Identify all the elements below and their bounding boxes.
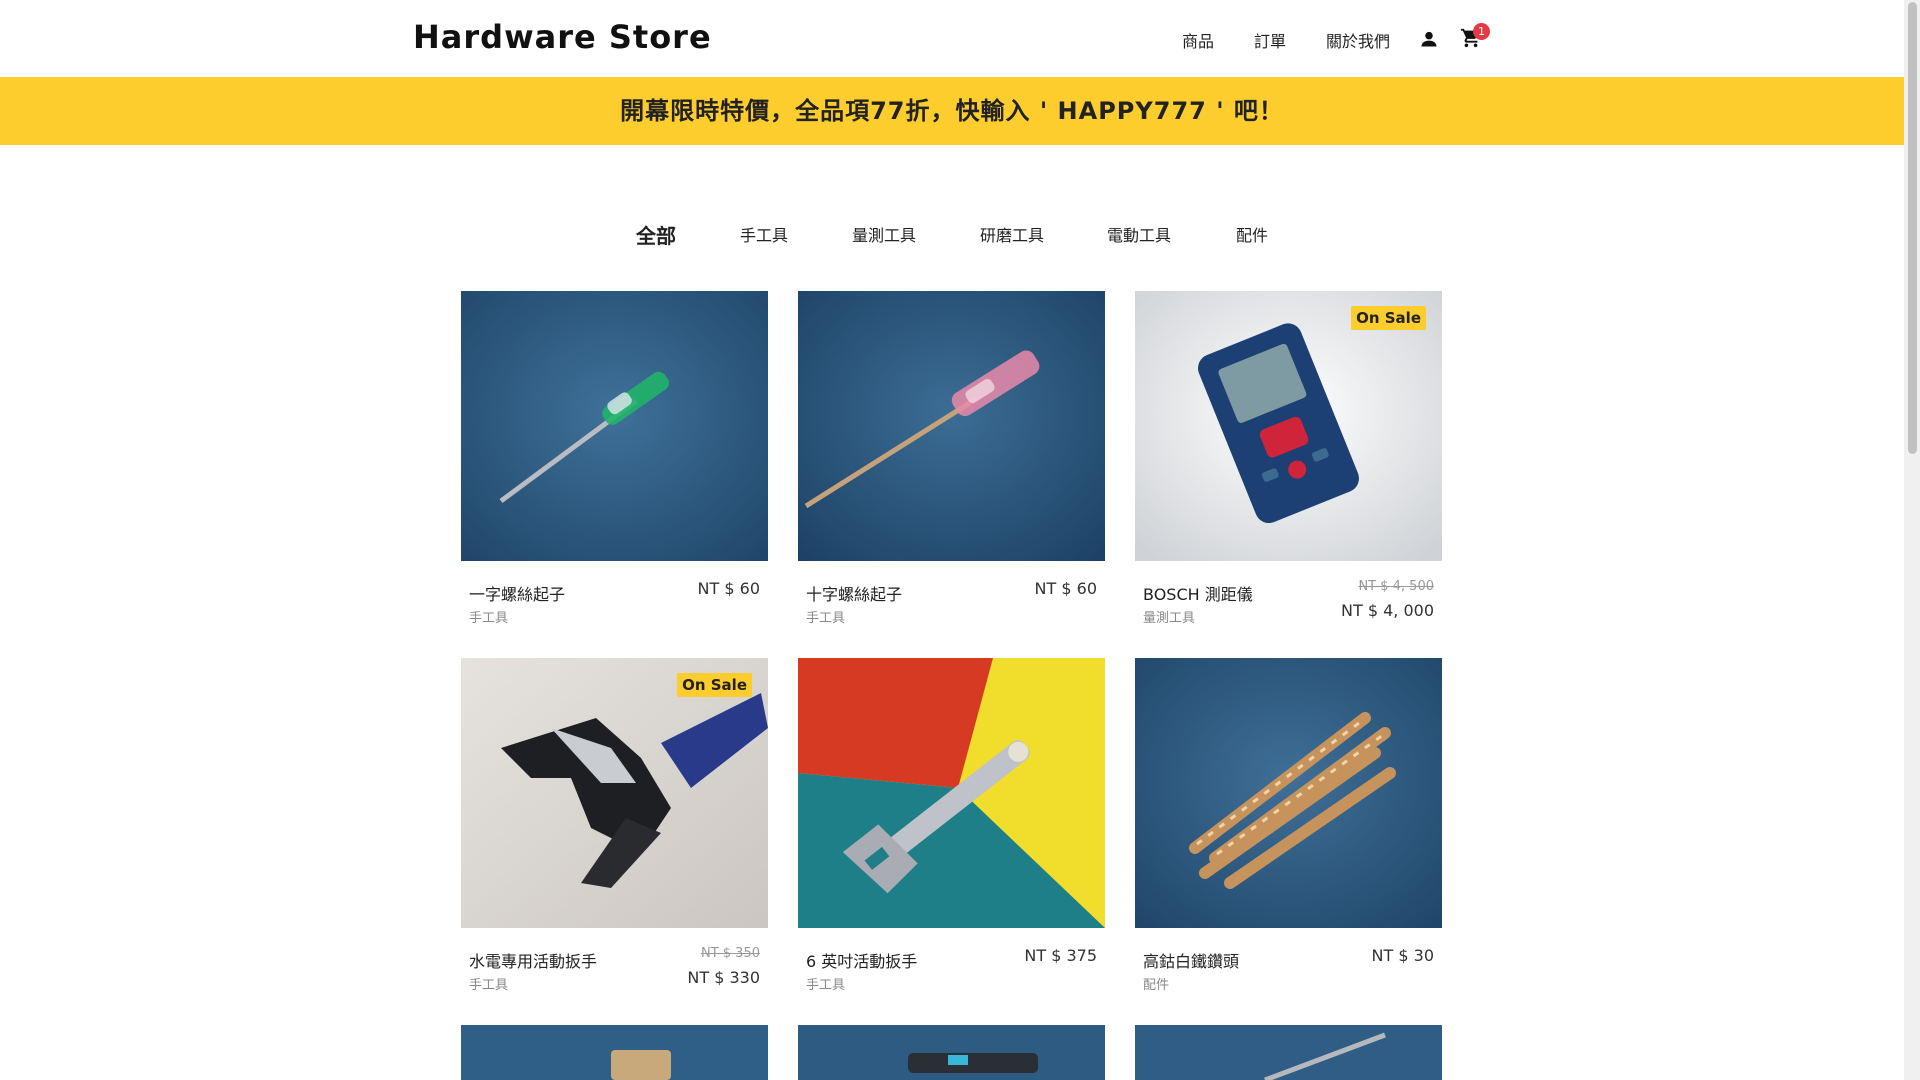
product-card[interactable]: 一字螺絲起子 手工具 NT $ 60 [461, 291, 768, 631]
product-card[interactable] [461, 1025, 768, 1080]
product-card[interactable]: On Sale BOSCH 測距儀 量測工具 NT $ 4, 500 NT $ … [1135, 291, 1442, 631]
product-original-price: NT $ 4, 500 [1358, 579, 1434, 594]
scrollbar-thumb[interactable] [1908, 2, 1917, 454]
product-image: On Sale [1135, 291, 1442, 561]
category-tab-grinding-tools[interactable]: 研磨工具 [980, 222, 1044, 246]
product-name[interactable]: 一字螺絲起子 [469, 581, 565, 605]
product-price: NT $ 30 [1371, 946, 1434, 965]
category-tab-hand-tools[interactable]: 手工具 [740, 222, 788, 246]
promo-banner: 開幕限時特價，全品項77折，快輸入 ' HAPPY777 ' 吧！ [0, 77, 1904, 145]
nav-orders[interactable]: 訂單 [1254, 28, 1286, 52]
category-tab-power-tools[interactable]: 電動工具 [1107, 222, 1171, 246]
category-tab-all[interactable]: 全部 [636, 220, 676, 249]
site-header: Hardware Store 商品 訂單 關於我們 1 [0, 0, 1904, 77]
product-image [798, 658, 1105, 928]
product-name[interactable]: 十字螺絲起子 [806, 581, 902, 605]
product-sale-price: NT $ 330 [687, 968, 760, 987]
cart-count-badge: 1 [1473, 23, 1490, 40]
product-name[interactable]: 水電專用活動扳手 [469, 948, 597, 972]
product-name[interactable]: BOSCH 測距儀 [1143, 581, 1253, 605]
product-name[interactable]: 6 英吋活動扳手 [806, 948, 917, 972]
product-image [1135, 658, 1442, 928]
product-sale-price: NT $ 4, 000 [1341, 601, 1434, 620]
nav-products[interactable]: 商品 [1182, 28, 1214, 52]
product-name[interactable]: 高鈷白鐵鑽頭 [1143, 948, 1239, 972]
product-image [798, 291, 1105, 561]
page-scrollbar[interactable] [1904, 0, 1920, 1080]
product-price: NT $ 60 [1034, 579, 1097, 598]
product-category: 配件 [1143, 978, 1170, 993]
product-card[interactable] [1135, 1025, 1442, 1080]
site-logo[interactable]: Hardware Store [413, 18, 712, 56]
product-image [798, 1025, 1105, 1080]
product-card[interactable]: 十字螺絲起子 手工具 NT $ 60 [798, 291, 1105, 631]
on-sale-badge: On Sale [677, 673, 752, 697]
category-tab-measuring-tools[interactable]: 量測工具 [852, 222, 916, 246]
product-price: NT $ 60 [697, 579, 760, 598]
product-price: NT $ 375 [1024, 946, 1097, 965]
product-category: 手工具 [469, 611, 509, 626]
nav-about[interactable]: 關於我們 [1326, 28, 1390, 52]
product-image: On Sale [461, 658, 768, 928]
product-card[interactable] [798, 1025, 1105, 1080]
product-category: 手工具 [806, 611, 846, 626]
category-tab-accessories[interactable]: 配件 [1236, 222, 1268, 246]
product-image [461, 291, 768, 561]
product-card[interactable]: 高鈷白鐵鑽頭 配件 NT $ 30 [1135, 658, 1442, 998]
product-image [1135, 1025, 1442, 1080]
product-category: 量測工具 [1143, 611, 1196, 626]
product-original-price: NT $ 350 [700, 946, 760, 961]
product-category: 手工具 [469, 978, 509, 993]
product-card[interactable]: On Sale 水電專用活動扳手 手工具 NT $ 350 NT $ 330 [461, 658, 768, 998]
product-card[interactable]: 6 英吋活動扳手 手工具 NT $ 375 [798, 658, 1105, 998]
on-sale-badge: On Sale [1351, 306, 1426, 330]
product-category: 手工具 [806, 978, 846, 993]
product-image [461, 1025, 768, 1080]
user-icon[interactable] [1419, 29, 1439, 53]
